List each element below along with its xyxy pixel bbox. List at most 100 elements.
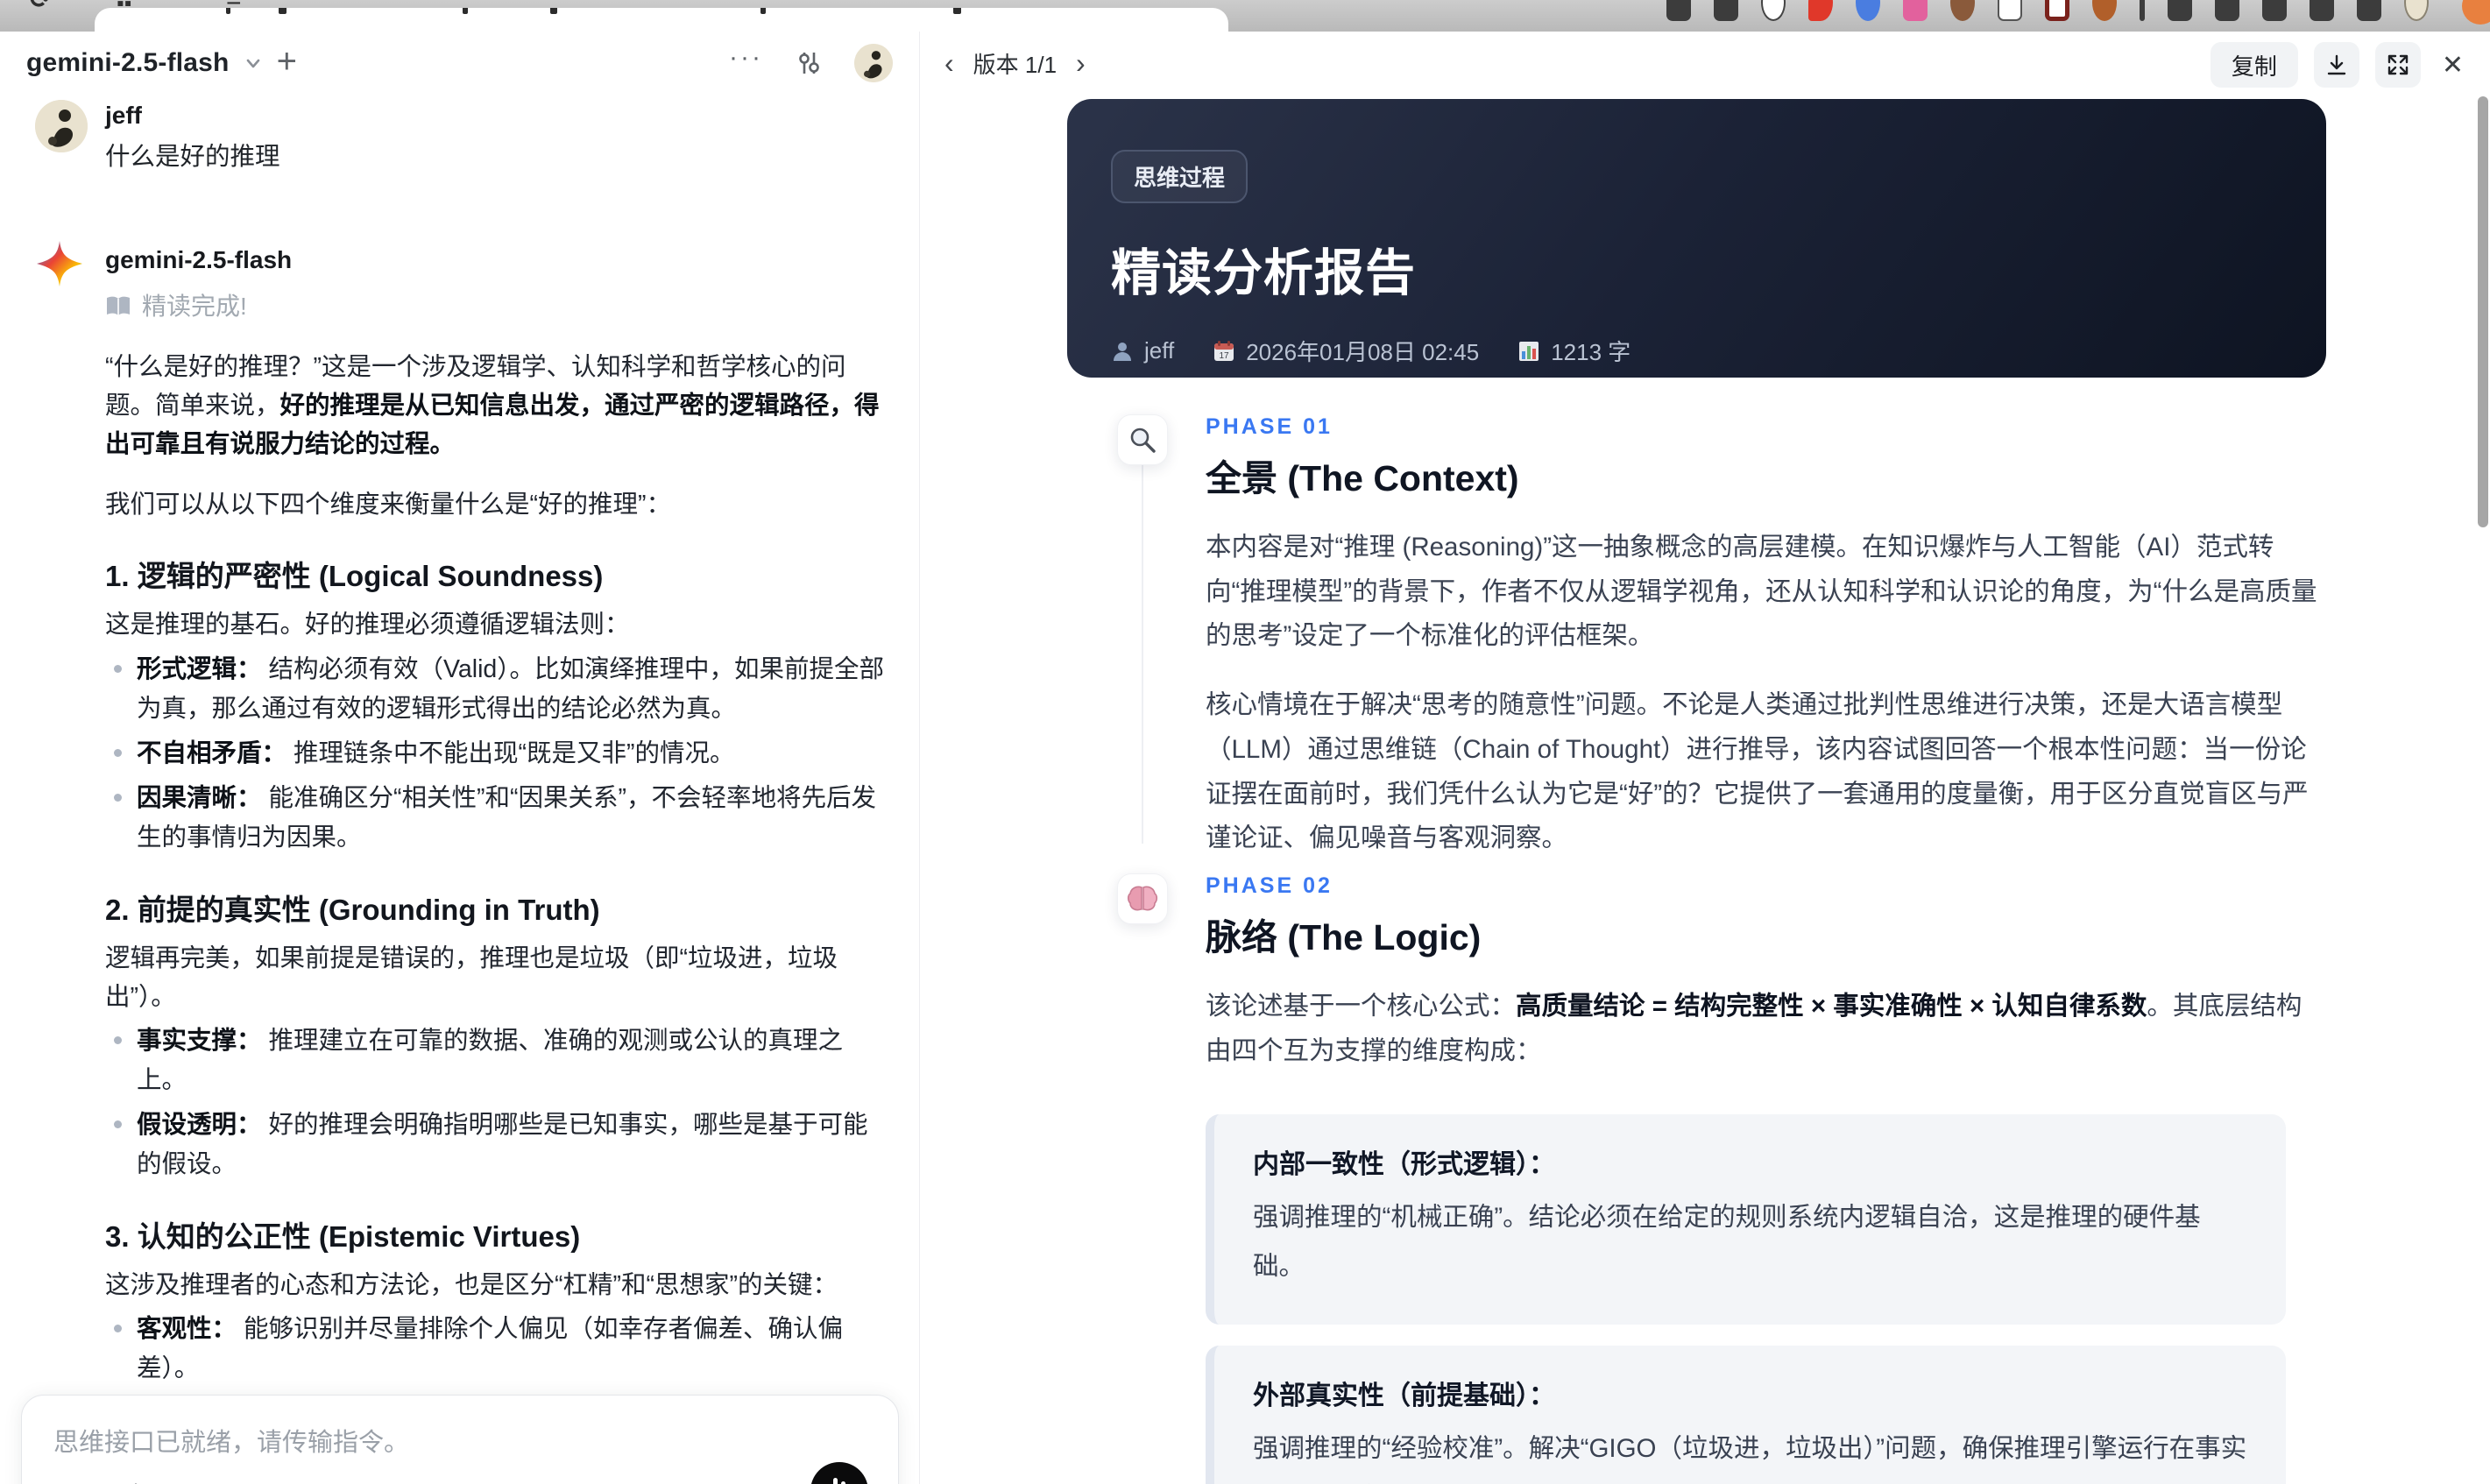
menubar-app-icon[interactable] — [1950, 0, 1975, 21]
report-date: 2026年01月08日 02:45 — [1246, 339, 1480, 365]
user-avatar — [35, 100, 88, 152]
report-document: 思维过程 精读分析报告 jeff 17 2026年01月08日 02:45 12… — [1067, 99, 2326, 1484]
user-message: jeff 什么是好的推理 — [35, 100, 886, 176]
tab-title-fragment — [463, 8, 468, 14]
browser-tab[interactable] — [95, 8, 1228, 32]
menubar-app-icon[interactable] — [2357, 0, 2381, 21]
account-avatar[interactable] — [854, 44, 893, 82]
new-chat-button[interactable]: + — [277, 44, 297, 82]
menubar-status-icons — [1666, 0, 2429, 32]
copy-button[interactable]: 复制 — [2210, 42, 2298, 88]
menubar-corner-icon[interactable] — [2462, 0, 2490, 25]
model-selector[interactable]: gemini-2.5-flash — [26, 48, 230, 78]
phase-1-section: PHASE 01 全景 (The Context) 本内容是对“推理 (Reas… — [1067, 414, 2326, 861]
menubar-app-icon[interactable] — [2045, 0, 2069, 21]
composer-placeholder[interactable]: 思维接口已就绪，请传输指令。 — [53, 1422, 867, 1459]
chevron-down-icon[interactable] — [242, 52, 265, 74]
user-message-text: 什么是好的推理 — [105, 143, 280, 171]
reply-paragraph: “什么是好的推理？”这是一个涉及逻辑学、认知科学和哲学核心的问题。简单来说，好的… — [105, 352, 880, 458]
menubar-app-icon[interactable] — [1714, 0, 1738, 21]
phase-title: 全景 (The Context) — [1206, 458, 1519, 498]
phase-label: PHASE 02 — [1206, 873, 1333, 899]
screen: ⟳ ⠿ ≡ — [0, 0, 2490, 1484]
close-icon[interactable]: ✕ — [2437, 45, 2469, 86]
phase-label: PHASE 01 — [1206, 414, 1333, 439]
book-icon — [105, 295, 131, 318]
section-heading: 1. 逻辑的严密性 (Logical Soundness) — [105, 560, 604, 593]
chart-icon — [1517, 340, 1540, 363]
section-heading: 2. 前提的真实性 (Grounding in Truth) — [105, 893, 600, 926]
list-item: 形式逻辑： 结构必须有效（Valid）。比如演绎推理中，如果前提全部为真，那么通过… — [105, 650, 886, 729]
reading-status: 精读完成! — [142, 293, 247, 321]
list-item: 因果清晰： 能准确区分“相关性”和“因果关系”，不会轻率地将先后发生的事情归为因果… — [105, 779, 886, 858]
waveform-icon — [833, 1478, 838, 1484]
menubar-app-icon[interactable] — [1903, 0, 1928, 21]
phase-paragraph: 核心情境在于解决“思考的随意性”问题。不论是人类通过批判性思维进行决策，还是大语… — [1206, 690, 2309, 853]
attach-plus-button[interactable]: + — [53, 1480, 74, 1484]
chat-scroll-area[interactable]: jeff 什么是好的推理 gemini-2.5-flash 精读完成! “什么是… — [0, 88, 919, 1484]
section-intro: 这是推理的基石。好的推理必须遵循逻辑法则： — [105, 611, 630, 640]
user-name: jeff — [105, 102, 142, 129]
menubar-app-icon[interactable] — [1998, 0, 2022, 21]
sliders-icon[interactable] — [789, 44, 828, 82]
tab-title-fragment — [279, 8, 286, 14]
report-title: 精读分析报告 — [1111, 245, 1416, 301]
chat-panel: gemini-2.5-flash + ··· jeff 什么是好的推理 gemi… — [0, 32, 920, 1484]
chevron-right-icon[interactable]: › — [1071, 46, 1091, 81]
report-hero: 思维过程 精读分析报告 jeff 17 2026年01月08日 02:45 12… — [1067, 99, 2326, 378]
section-intro: 逻辑再完美，如果前提是错误的，推理也是垃圾（即“垃圾进，垃圾出”）。 — [105, 943, 838, 1011]
more-options-button[interactable]: ··· — [729, 45, 763, 81]
tab-title-fragment — [953, 8, 961, 14]
phase-timeline: PHASE 01 全景 (The Context) 本内容是对“推理 (Reas… — [1067, 414, 2326, 1484]
thought-process-badge: 思维过程 — [1111, 150, 1249, 203]
menubar-app-icon[interactable] — [2140, 0, 2145, 21]
history-icon[interactable]: ⟳ — [30, 0, 52, 15]
section-intro: 这涉及推理者的心态和方法论，也是区分“杠精”和“思想家”的关键： — [105, 1271, 838, 1300]
voice-waveform-button[interactable] — [810, 1462, 868, 1484]
report-word-count: 1213 字 — [1551, 339, 1631, 365]
chat-header: gemini-2.5-flash + ··· — [0, 32, 919, 88]
menubar-app-icon[interactable] — [2310, 0, 2334, 21]
menubar-app-icon[interactable] — [2168, 0, 2192, 21]
scrollbar-thumb[interactable] — [2478, 96, 2488, 527]
chevron-left-icon[interactable]: ‹ — [939, 46, 959, 81]
menubar-app-icon[interactable] — [2215, 0, 2239, 21]
calendar-icon: 17 — [1213, 340, 1235, 363]
user-icon — [1111, 340, 1134, 363]
macos-menubar: ⟳ ⠿ ≡ — [0, 0, 2490, 32]
report-meta: jeff 17 2026年01月08日 02:45 1213 字 — [1111, 335, 2282, 367]
download-icon[interactable] — [2313, 42, 2359, 88]
gemini-star-icon — [35, 239, 84, 288]
phase-paragraph: 本内容是对“推理 (Reasoning)”这一抽象概念的高层建模。在知识爆炸与人… — [1206, 533, 2317, 651]
menubar-app-icon[interactable] — [2262, 0, 2287, 21]
menubar-app-icon[interactable] — [1761, 0, 1786, 21]
phase-title: 脉络 (The Logic) — [1206, 917, 1482, 958]
tab-title-fragment — [550, 8, 557, 14]
section-heading: 3. 认知的公正性 (Epistemic Virtues) — [105, 1220, 581, 1254]
reply-paragraph: 我们可以从以下四个维度来衡量什么是“好的推理”： — [105, 491, 671, 519]
dimension-card: 内部一致性（形式逻辑）： 强调推理的“机械正确”。结论必须在给定的规则系统内逻辑… — [1206, 1113, 2286, 1325]
menubar-avatar-icon[interactable] — [2404, 0, 2429, 21]
report-panel: ‹ 版本 1/1 › 复制 ✕ 思维过程 精读分析报告 jeff 17 2026… — [920, 32, 2490, 1484]
list-item: 不自相矛盾： 推理链条中不能出现“既是又非”的情况。 — [105, 734, 886, 774]
svg-text:17: 17 — [1220, 351, 1230, 361]
list-item: 客观性： 能够识别并尽量排除个人偏见（如幸存者偏差、确认偏差）。 — [105, 1310, 886, 1389]
phase-2-section: PHASE 02 脉络 (The Logic) 该论述基于一个核心公式：高质量结… — [1067, 873, 2326, 1484]
expand-icon[interactable] — [2374, 42, 2421, 88]
report-toolbar: ‹ 版本 1/1 › 复制 ✕ — [920, 32, 2490, 98]
list-item: 假设透明： 好的推理会明确指明哪些是已知事实，哪些是基于可能的假设。 — [105, 1106, 886, 1184]
tab-title-fragment — [760, 8, 766, 14]
magnifier-icon — [1117, 414, 1168, 465]
menubar-app-icon[interactable] — [1666, 0, 1691, 21]
version-label: 版本 1/1 — [973, 51, 1058, 78]
list-item: 事实支撑： 推理建立在可靠的数据、准确的观测或公认的真理之上。 — [105, 1021, 886, 1100]
menubar-app-icon[interactable] — [1808, 0, 1833, 21]
report-author: jeff — [1144, 337, 1175, 364]
assistant-name: gemini-2.5-flash — [105, 245, 293, 273]
menubar-app-icon[interactable] — [2092, 0, 2117, 21]
composer[interactable]: 思维接口已就绪，请传输指令。 + — [21, 1395, 899, 1484]
menubar-app-icon[interactable] — [1856, 0, 1880, 21]
dimension-card: 外部真实性（前提基础）： 强调推理的“经验校准”。解决“GIGO（垃圾进，垃圾出… — [1206, 1345, 2286, 1484]
tab-title-fragment — [226, 8, 230, 14]
brain-icon — [1117, 873, 1168, 925]
